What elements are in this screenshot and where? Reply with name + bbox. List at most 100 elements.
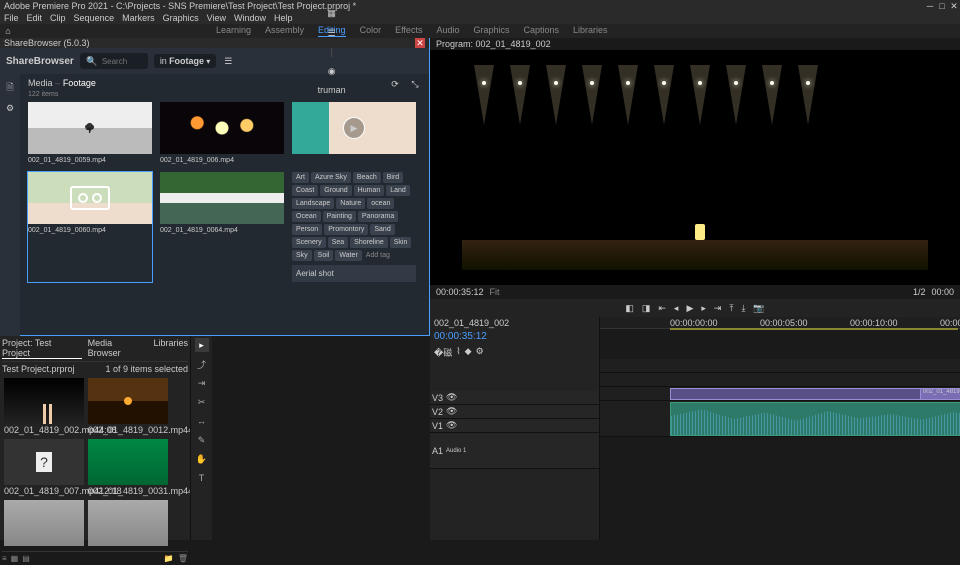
v1-header[interactable]: V1 xyxy=(432,421,443,431)
timeline-timecode[interactable]: 00:00:35:12 xyxy=(430,329,599,344)
list-view-button[interactable]: ≡ xyxy=(2,554,7,563)
panel-tab[interactable]: Media Browser xyxy=(88,338,148,359)
tab-libraries[interactable]: Libraries xyxy=(573,25,608,37)
type-tool[interactable]: T xyxy=(195,471,209,485)
media-nav-icon[interactable]: 🗎 xyxy=(4,82,16,94)
clip-thumb[interactable] xyxy=(28,102,152,154)
play-icon[interactable]: ▶ xyxy=(343,117,365,139)
tag[interactable]: Sea xyxy=(328,237,348,248)
project-item[interactable]: 002_01_4819_007.mp412:18 xyxy=(4,439,84,496)
extract-button[interactable]: ⤓ xyxy=(741,303,745,314)
menu-clip[interactable]: Clip xyxy=(50,13,66,23)
timeline-tracks[interactable]: 00:00:00:0000:00:05:0000:00:10:0000:00:1… xyxy=(600,317,960,540)
tag[interactable]: Panorama xyxy=(358,211,398,222)
collapse-icon[interactable]: ⤡ xyxy=(409,78,421,90)
freeform-button[interactable]: ▤ xyxy=(22,554,30,563)
mark-in-button[interactable]: ◧ xyxy=(625,303,634,314)
clip-thumb[interactable]: ▶ xyxy=(292,102,416,154)
menu-graphics[interactable]: Graphics xyxy=(163,13,199,23)
delete-button[interactable]: 🗑 xyxy=(178,554,188,563)
track-select-tool[interactable]: ⤴ xyxy=(195,357,209,371)
slip-tool[interactable]: ↔ xyxy=(195,414,209,428)
timeline-clip[interactable]: 002_01_4819_011.mp4 xyxy=(920,388,960,400)
mark-out-button[interactable]: ◨ xyxy=(642,303,651,314)
razor-tool[interactable]: ✂ xyxy=(195,395,209,409)
tag[interactable]: Nature xyxy=(336,198,365,209)
tag[interactable]: Coast xyxy=(292,185,318,196)
tag[interactable]: Water xyxy=(335,250,361,261)
snap-icon[interactable]: �磁 xyxy=(434,346,452,359)
scope-dropdown[interactable]: in Footage ▾ xyxy=(154,54,217,68)
tag[interactable]: Azure Sky xyxy=(311,172,351,183)
icon-view-button[interactable]: ▦ xyxy=(11,554,19,563)
tag[interactable]: Person xyxy=(292,224,322,235)
close-icon[interactable]: ✕ xyxy=(950,1,958,12)
menu-markers[interactable]: Markers xyxy=(122,13,155,23)
crumb-root[interactable]: Media xyxy=(28,78,53,88)
fit-dropdown[interactable]: Fit xyxy=(490,287,500,297)
grid-view-icon[interactable]: ▦ xyxy=(326,7,338,19)
selection-tool[interactable]: ▸ xyxy=(195,338,209,352)
refresh-icon[interactable]: ⟳ xyxy=(389,78,401,90)
tag[interactable]: Skin xyxy=(390,237,412,248)
new-bin-button[interactable]: 📁 xyxy=(164,554,174,563)
tag[interactable]: Land xyxy=(386,185,410,196)
marker-icon[interactable]: ◆ xyxy=(465,346,472,359)
tag[interactable]: ocean xyxy=(367,198,394,209)
lift-button[interactable]: ⤒ xyxy=(729,303,733,314)
filter-icon[interactable]: ☰ xyxy=(222,55,234,67)
tag[interactable]: Painting xyxy=(323,211,356,222)
go-out-button[interactable]: ⇥ xyxy=(714,303,722,314)
tab-captions[interactable]: Captions xyxy=(524,25,560,37)
timecode-display[interactable]: 00:00:35:12 xyxy=(436,287,484,297)
panel-tab[interactable]: Libraries xyxy=(153,338,188,359)
tag[interactable]: Promontory xyxy=(324,224,368,235)
step-fwd-button[interactable]: ▸ xyxy=(701,303,706,314)
sequence-tab[interactable]: 002_01_4819_002 xyxy=(434,318,509,328)
tab-audio[interactable]: Audio xyxy=(436,25,459,37)
ripple-tool[interactable]: ⇥ xyxy=(195,376,209,390)
panel-tab[interactable]: Project: Test Project xyxy=(2,338,82,359)
tag[interactable]: Ocean xyxy=(292,211,321,222)
settings-nav-icon[interactable]: ⚙ xyxy=(4,102,16,114)
menu-file[interactable]: File xyxy=(4,13,19,23)
hand-tool[interactable]: ✋ xyxy=(195,452,209,466)
search-input[interactable] xyxy=(102,57,142,66)
resolution-dropdown[interactable]: 1/2 xyxy=(913,287,926,297)
settings-icon[interactable]: ⚙ xyxy=(476,346,484,359)
link-icon[interactable]: ⌇ xyxy=(456,346,460,359)
project-item[interactable]: 002_01_4819_0031.mp44:01 xyxy=(88,439,168,496)
tag[interactable]: Scenery xyxy=(292,237,326,248)
pen-tool[interactable]: ✎ xyxy=(195,433,209,447)
project-item[interactable]: 002_01_4819_002.mp44:08 xyxy=(4,378,84,435)
comment-field[interactable]: Aerial shot xyxy=(292,265,416,282)
tag[interactable]: Beach xyxy=(353,172,381,183)
menu-sequence[interactable]: Sequence xyxy=(74,13,115,23)
tag[interactable]: Soil xyxy=(314,250,334,261)
play-button[interactable]: ▶ xyxy=(686,303,693,314)
home-icon[interactable]: ⌂ xyxy=(0,26,16,36)
tag[interactable]: Bird xyxy=(383,172,403,183)
program-monitor[interactable]: for(let i=0;i<10;i++){document.write('<d… xyxy=(430,50,960,285)
menu-view[interactable]: View xyxy=(207,13,226,23)
tag[interactable]: Landscape xyxy=(292,198,334,209)
step-back-button[interactable]: ◂ xyxy=(674,303,679,314)
tag[interactable]: Art xyxy=(292,172,309,183)
tag[interactable]: Human xyxy=(354,185,385,196)
v3-header[interactable]: V3 xyxy=(432,393,443,403)
a1-header[interactable]: A1 xyxy=(432,446,443,456)
menu-edit[interactable]: Edit xyxy=(27,13,43,23)
go-in-button[interactable]: ⇤ xyxy=(658,303,666,314)
project-item[interactable]: 002_01_4819_0012.mp44:00 xyxy=(88,378,168,435)
v2-header[interactable]: V2 xyxy=(432,407,443,417)
clip-thumb[interactable] xyxy=(160,102,284,154)
search-field[interactable]: 🔍 xyxy=(80,53,148,69)
export-frame-button[interactable]: 📷 xyxy=(753,303,764,314)
tag[interactable]: Ground xyxy=(320,185,351,196)
tag[interactable]: Sky xyxy=(292,250,312,261)
clip-thumb[interactable] xyxy=(160,172,284,224)
clip-thumb[interactable] xyxy=(28,172,152,224)
list-view-icon[interactable]: ☰ xyxy=(326,27,338,39)
minimize-icon[interactable]: ─ xyxy=(926,1,934,12)
add-tag-button[interactable]: Add tag xyxy=(364,250,392,261)
